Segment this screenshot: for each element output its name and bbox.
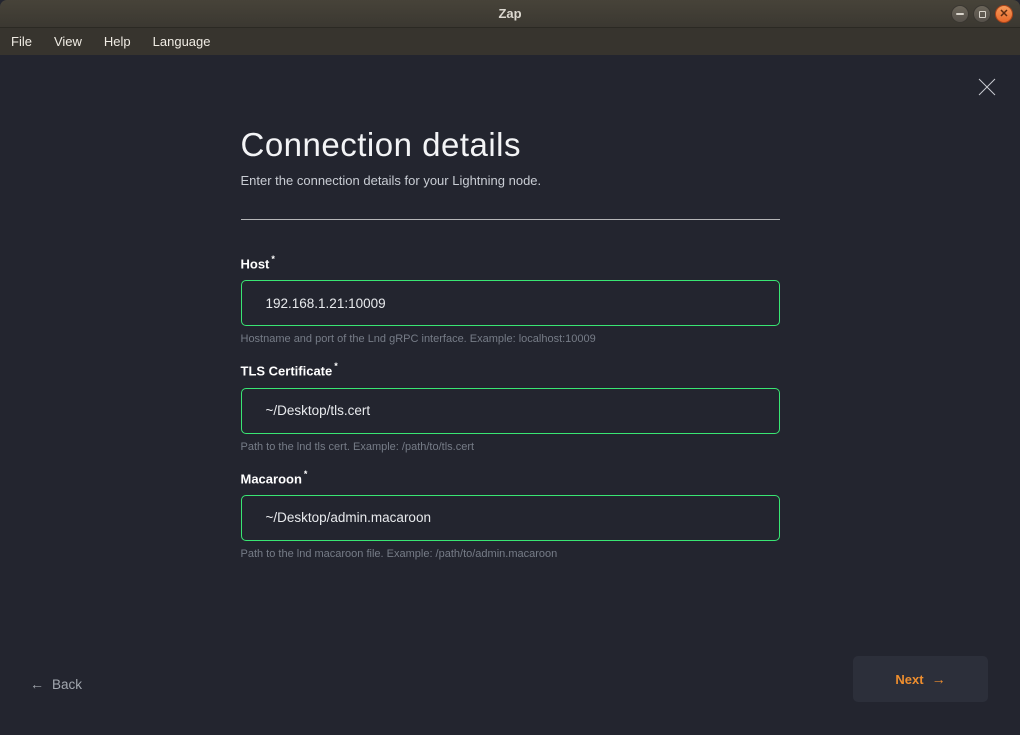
dialog-close-icon (977, 77, 997, 97)
window-controls: ✕ (951, 5, 1013, 23)
next-button[interactable]: Next → (853, 656, 988, 702)
required-asterisk: * (334, 361, 338, 371)
tls-certificate-field-group: TLS Certificate* Path to the lnd tls cer… (241, 362, 780, 452)
menu-file[interactable]: File (0, 29, 43, 54)
window-titlebar: Zap ✕ (0, 0, 1020, 28)
tls-certificate-helper-text: Path to the lnd tls cert. Example: /path… (241, 441, 780, 453)
required-asterisk: * (304, 469, 308, 479)
page-subtitle: Enter the connection details for your Li… (241, 173, 780, 188)
menu-bar: File View Help Language (0, 28, 1020, 55)
tls-certificate-label: TLS Certificate* (241, 362, 780, 378)
back-button[interactable]: ← Back (30, 676, 82, 692)
host-helper-text: Hostname and port of the Lnd gRPC interf… (241, 333, 780, 345)
maximize-icon (979, 11, 986, 18)
required-asterisk: * (271, 254, 275, 264)
form-fields: Host* Hostname and port of the Lnd gRPC … (241, 255, 780, 560)
macaroon-label-text: Macaroon (241, 471, 302, 486)
back-button-label: Back (52, 677, 82, 692)
menu-view[interactable]: View (43, 29, 93, 54)
connection-details-screen: Connection details Enter the connection … (0, 55, 1020, 735)
form-panel: Connection details Enter the connection … (241, 55, 780, 560)
macaroon-label: Macaroon* (241, 470, 780, 486)
host-label: Host* (241, 255, 780, 271)
next-arrow-icon: → (932, 671, 946, 687)
macaroon-helper-text: Path to the lnd macaroon file. Example: … (241, 548, 780, 560)
menu-language[interactable]: Language (142, 29, 222, 54)
minimize-button[interactable] (951, 5, 969, 23)
minimize-icon (956, 13, 964, 15)
back-arrow-icon: ← (30, 676, 44, 692)
host-label-text: Host (241, 256, 270, 271)
maximize-button[interactable] (973, 5, 991, 23)
tls-certificate-label-text: TLS Certificate (241, 364, 333, 379)
macaroon-field-group: Macaroon* Path to the lnd macaroon file.… (241, 470, 780, 560)
host-input[interactable] (241, 280, 780, 326)
next-button-label: Next (895, 672, 923, 687)
macaroon-input[interactable] (241, 495, 780, 541)
dialog-close-button[interactable] (976, 76, 998, 98)
close-window-button[interactable]: ✕ (995, 5, 1013, 23)
menu-help[interactable]: Help (93, 29, 142, 54)
close-window-icon: ✕ (999, 9, 1008, 20)
host-field-group: Host* Hostname and port of the Lnd gRPC … (241, 255, 780, 345)
divider (241, 219, 780, 220)
page-title: Connection details (241, 126, 780, 164)
tls-certificate-input[interactable] (241, 388, 780, 434)
window-title: Zap (498, 6, 521, 21)
